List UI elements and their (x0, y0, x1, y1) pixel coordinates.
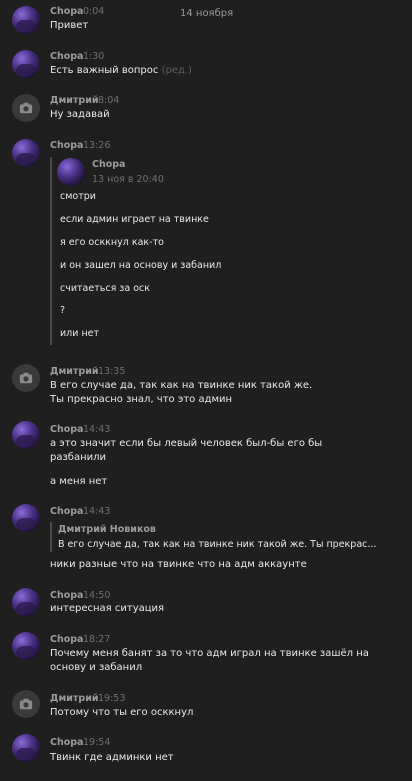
forward-author[interactable]: Chopa (92, 159, 125, 170)
message-text: Почему меня банят за то что адм играл на… (50, 648, 369, 659)
avatar-chopa[interactable] (12, 50, 40, 78)
author-name[interactable]: Chopa (50, 51, 83, 62)
message-time: 0:04 (83, 6, 105, 17)
forward-line: ? (60, 305, 66, 316)
forward-line: если админ играет на твинке (60, 214, 209, 225)
reply-text[interactable]: В его случае да, так как на твинке ник т… (58, 539, 376, 550)
author-name[interactable]: Дмитрий (50, 95, 99, 106)
chat-history: 14 ноября Chopa 0:04 Привет Chopa 1:30 Е… (0, 0, 412, 781)
camera-icon (19, 102, 33, 114)
avatar-chopa[interactable] (12, 6, 40, 34)
message-text: Потому что ты его осккнул (50, 707, 194, 718)
author-name[interactable]: Chopa (50, 6, 83, 17)
message-text: основу и забанил (50, 662, 143, 673)
message-text: а это значит если бы левый человек был-б… (50, 438, 323, 449)
author-name[interactable]: Дмитрий (50, 366, 99, 377)
message-text: а меня нет (50, 476, 108, 487)
avatar-chopa[interactable] (12, 734, 40, 762)
author-name[interactable]: Chopa (50, 634, 83, 645)
avatar-chopa[interactable] (12, 632, 40, 660)
avatar-dmitry[interactable] (12, 690, 40, 718)
reply-bar (50, 522, 52, 552)
forward-line: и он зашел на основу и забанил (60, 260, 222, 271)
message-text: интересная ситуация (50, 603, 165, 614)
forward-line: или нет (60, 328, 100, 339)
avatar-dmitry[interactable] (12, 364, 40, 392)
message-time: 13:35 (98, 366, 126, 377)
forward-line: считаеться за оск (60, 283, 150, 294)
message-time: 1:30 (83, 51, 105, 62)
avatar-chopa[interactable] (12, 139, 40, 167)
author-name[interactable]: Chopa (50, 140, 83, 151)
forward-line: я его осккнул как-то (60, 237, 164, 248)
message-time: 13:26 (83, 140, 111, 151)
author-name[interactable]: Chopa (50, 590, 83, 601)
message-text: Привет (50, 20, 89, 31)
message-text: Есть важный вопрос (ред.) (50, 64, 192, 78)
message-text: Твинк где админки нет (50, 752, 174, 763)
forward-avatar[interactable] (57, 158, 85, 186)
forward-bar (50, 157, 52, 345)
camera-icon (19, 372, 33, 384)
message-text-content: Есть важный вопрос (50, 65, 159, 76)
author-name[interactable]: Chopa (50, 506, 83, 517)
message-time: 18:27 (83, 634, 111, 645)
message-time: 14:43 (83, 424, 111, 435)
avatar-chopa[interactable] (12, 588, 40, 616)
forward-line: смотри (60, 191, 96, 202)
reply-author[interactable]: Дмитрий Новиков (58, 524, 156, 535)
author-name[interactable]: Chopa (50, 424, 83, 435)
edited-marker: (ред.) (161, 65, 192, 76)
message-text: Ты прекрасно знал, что это админ (50, 394, 233, 405)
message-text: Ну задавай (50, 109, 110, 120)
avatar-chopa[interactable] (12, 504, 40, 532)
avatar-chopa[interactable] (12, 421, 40, 449)
message-time: 8:04 (98, 95, 120, 106)
date-header: 14 ноября (180, 8, 234, 19)
avatar-dmitry[interactable] (12, 94, 40, 122)
message-text: разбанили (50, 452, 107, 463)
message-time: 14:50 (83, 590, 111, 601)
message-time: 19:54 (83, 737, 111, 748)
message-time: 14:43 (83, 506, 111, 517)
author-name[interactable]: Дмитрий (50, 693, 99, 704)
camera-icon (19, 698, 33, 710)
forward-time: 13 ноя в 20:40 (92, 174, 164, 185)
author-name[interactable]: Chopa (50, 737, 83, 748)
message-time: 19:53 (98, 693, 126, 704)
message-text: В его случае да, так как на твинке ник т… (50, 380, 313, 391)
message-text: ники разные что на твинке что на адм акк… (50, 559, 307, 570)
